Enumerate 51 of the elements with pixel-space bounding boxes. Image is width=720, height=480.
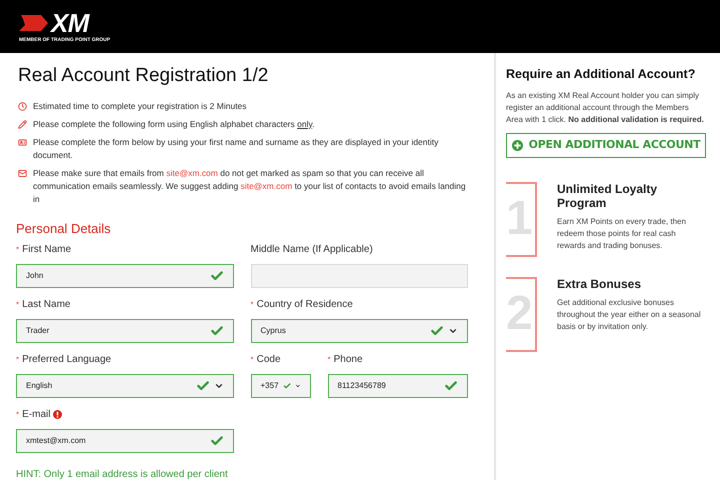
check-icon <box>210 324 224 338</box>
plus-circle-icon <box>512 140 523 151</box>
field-label: Last Name <box>22 298 70 312</box>
input-field[interactable]: John <box>16 264 234 288</box>
logo-text: XM <box>51 10 89 36</box>
feature-text: Get additional exclusive bonuses throughout the year either on a seasonal basis or by invitation only. <box>557 296 702 333</box>
section-title: Personal Details <box>16 222 112 235</box>
feature-title: Unlimited Loyalty Program <box>557 182 658 210</box>
id-card-icon <box>18 138 27 147</box>
field-label: Phone <box>334 353 363 368</box>
input-field[interactable]: Trader <box>16 318 234 343</box>
input-field[interactable]: 81123456789 <box>328 374 468 398</box>
sidebar-text: As an existing XM Real Account holder you can simply register an additional account through the Members Area with 1 click. No additional validation is required. <box>506 90 705 126</box>
dropdown-field[interactable]: Cyprus <box>250 318 468 343</box>
dropdown-field[interactable]: +357 <box>250 374 310 398</box>
check-icon <box>210 268 224 283</box>
required-marker: * <box>16 408 20 421</box>
notice-text: Please complete the following form using English alphabet characters only. <box>33 118 314 131</box>
field-label: Code <box>256 353 281 368</box>
field-label: Country of Residence <box>256 298 353 312</box>
clock-icon <box>18 102 27 111</box>
field-label: Preferred Language <box>22 353 112 368</box>
notice-text: Please complete the form below by using your first name and surname as they are displayed in your identity document. <box>33 136 440 162</box>
notice-text: Please make sure that emails from site@xm.com do not get marked as spam so that you can receive all communication emails seamlessly. We suggest adding site@xm.com to your list of contacts to avoid emails landing in <box>33 166 467 206</box>
required-marker: * <box>16 354 20 366</box>
email-link[interactable]: site@xm.com <box>240 180 292 191</box>
check-icon <box>210 434 224 448</box>
required-marker: * <box>16 298 20 311</box>
feature-title: Extra Bonuses <box>557 276 642 291</box>
input-field[interactable]: xmtest@xm.com <box>16 428 234 453</box>
pencil-icon <box>18 120 27 129</box>
notice-text: Estimated time to complete your registration is 2 Minutes <box>33 100 247 113</box>
input-field[interactable] <box>250 264 468 288</box>
field-label: Middle Name (If Applicable) <box>250 243 373 258</box>
sidebar-title: Require an Additional Account? <box>506 66 696 83</box>
email-link[interactable]: site@xm.com <box>166 168 218 178</box>
open-account-button[interactable]: OPEN ADDITIONAL ACCOUNT <box>506 132 706 158</box>
required-marker: * <box>250 354 254 366</box>
field-label: First Name <box>22 243 72 258</box>
dropdown-field[interactable]: English <box>16 374 234 398</box>
required-marker: * <box>16 244 20 256</box>
feature-text: Earn XM Points on every trade, then redeem those points for real cash rewards and trading bonuses. <box>557 216 687 252</box>
envelope-icon <box>18 168 27 178</box>
page-title: Real Account Registration 1/2 <box>18 64 270 88</box>
check-icon <box>430 324 444 338</box>
required-marker: * <box>328 354 331 366</box>
hint-text: HINT: Only 1 email address is allowed per client <box>16 468 229 480</box>
required-marker: * <box>250 298 254 311</box>
check-icon <box>444 378 458 393</box>
field-label: E-mail <box>22 408 50 422</box>
check-icon <box>196 378 210 393</box>
